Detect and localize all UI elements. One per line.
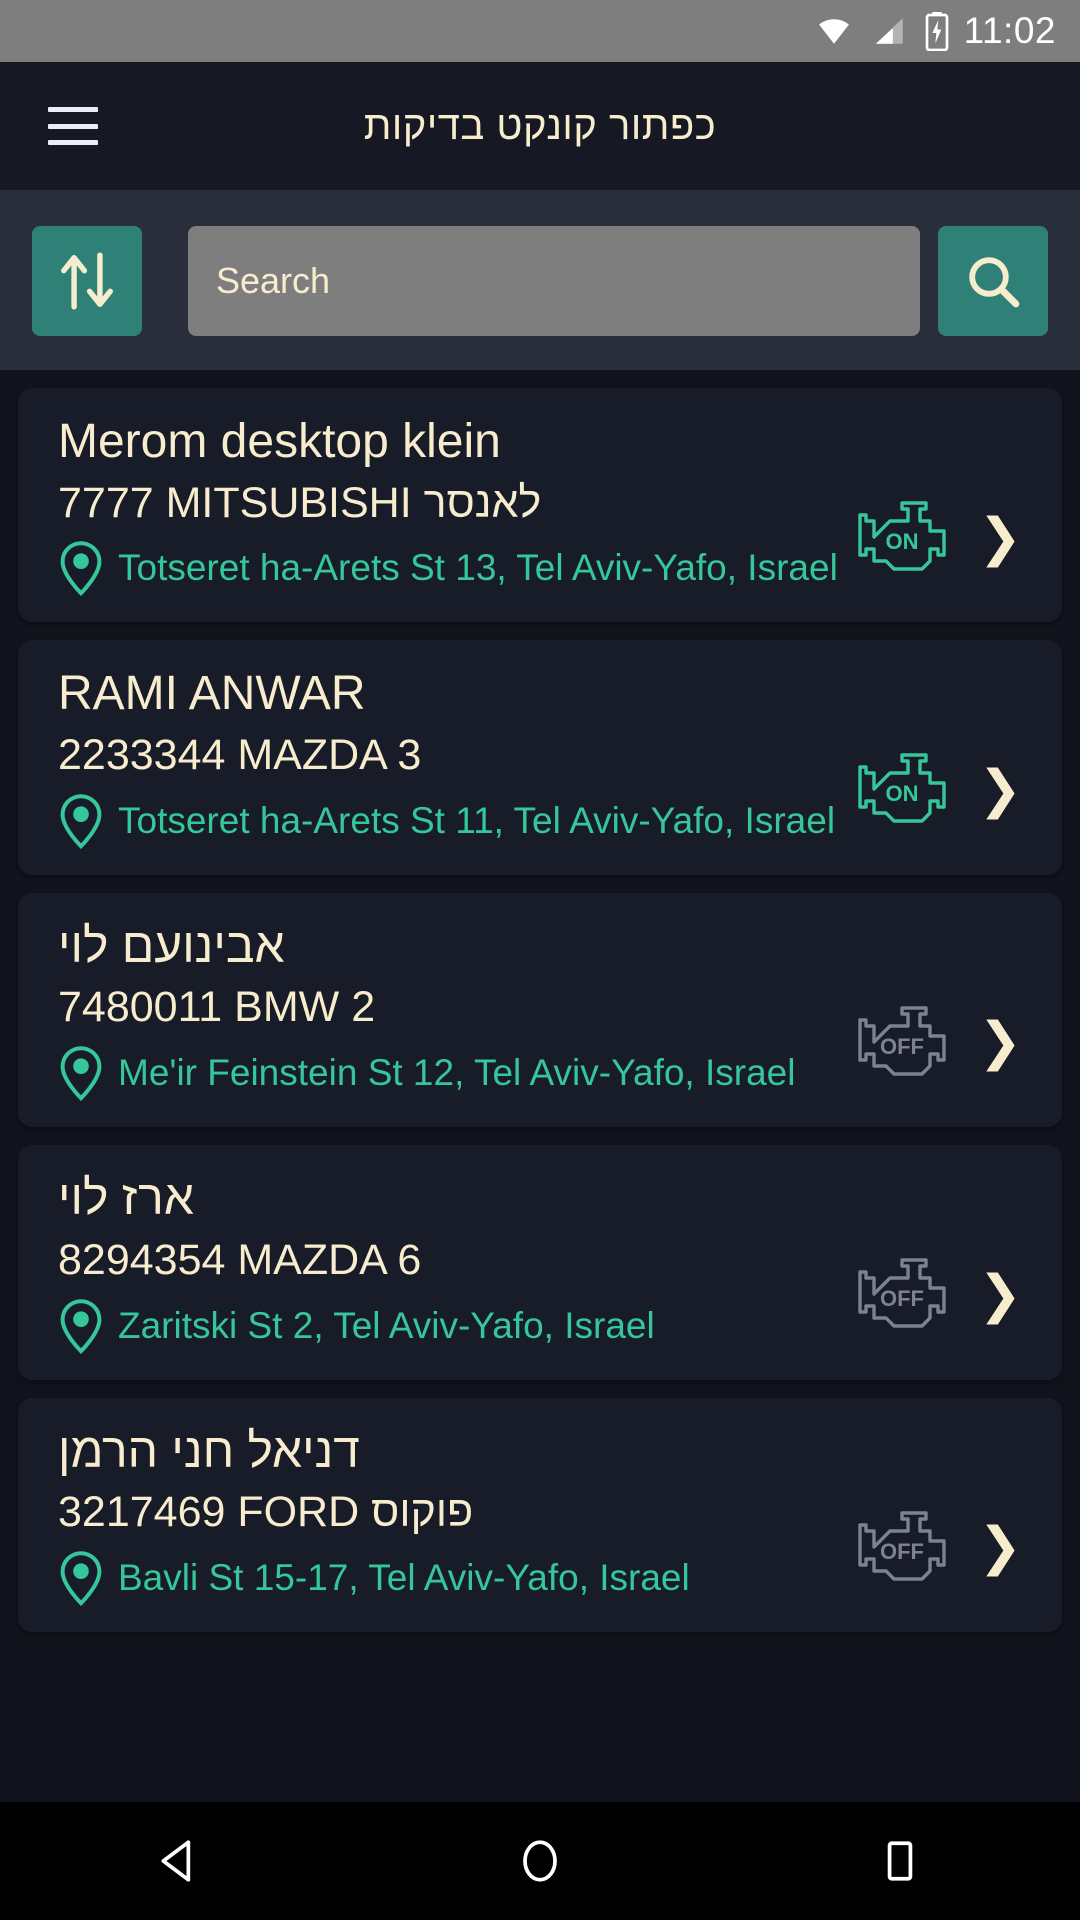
- svg-text:OFF: OFF: [880, 1539, 924, 1564]
- list-item-status-group: ON ❯: [854, 492, 1022, 583]
- home-circle-icon: [523, 1840, 557, 1882]
- battery-charging-icon: [925, 12, 948, 51]
- list-item-status-group: OFF ❯: [854, 1249, 1022, 1340]
- status-icon-group: [812, 11, 950, 51]
- magnifier-icon: [969, 257, 1020, 308]
- search-field-container: [174, 212, 1062, 350]
- list-item-name: ארז לוי: [58, 1172, 194, 1226]
- engine-off-icon: OFF: [858, 1006, 947, 1076]
- list-item-status-group: OFF ❯: [854, 997, 1022, 1088]
- list-item-address: Zaritski St 2, Tel Aviv-Yafo, Israel: [118, 1304, 655, 1346]
- engine-on-icon: ON: [858, 501, 947, 571]
- list-item-status-group: OFF ❯: [854, 1502, 1022, 1593]
- home-button[interactable]: [480, 1802, 600, 1920]
- list-item-status-group: ON ❯: [854, 744, 1022, 835]
- signal-icon: [875, 18, 903, 44]
- sort-arrows-icon: [61, 252, 113, 310]
- search-input[interactable]: [188, 226, 920, 336]
- engine-status-indicator: OFF: [854, 1249, 950, 1340]
- list-item-address: Totseret ha-Arets St 13, Tel Aviv-Yafo, …: [118, 547, 838, 589]
- engine-status-indicator: ON: [854, 744, 950, 835]
- hamburger-menu-icon[interactable]: [48, 107, 98, 145]
- location-pin-icon: [60, 1551, 102, 1606]
- svg-text:ON: ON: [886, 529, 919, 554]
- system-navigation-bar: [0, 1802, 1080, 1920]
- list-item[interactable]: Merom desktop klein 7777 MITSUBISHI לאנס…: [18, 388, 1062, 623]
- vehicle-list: Merom desktop klein 7777 MITSUBISHI לאנס…: [0, 370, 1080, 1632]
- list-item-name: RAMI ANWAR: [58, 667, 366, 721]
- chevron-right-icon[interactable]: ❯: [978, 1016, 1022, 1068]
- sort-button-container: [18, 212, 156, 350]
- page-title: כפתור קונקט בדיקות: [363, 103, 717, 148]
- app-bar: כפתור קונקט בדיקות: [0, 62, 1080, 190]
- list-item-name: Merom desktop klein: [58, 415, 501, 468]
- location-pin-icon: [60, 793, 102, 849]
- list-item-name: דניאל חני הרמן: [58, 1424, 360, 1478]
- location-pin-icon: [60, 1046, 102, 1102]
- recents-square-icon: [887, 1841, 913, 1881]
- list-item[interactable]: RAMI ANWAR 2233344 MAZDA 3 Totseret ha-A…: [18, 640, 1062, 875]
- list-item[interactable]: דניאל חני הרמן 3217469 FORD פוקוס Bavli …: [18, 1397, 1062, 1632]
- wifi-icon: [818, 19, 849, 44]
- back-button[interactable]: [120, 1802, 240, 1920]
- engine-status-indicator: OFF: [854, 997, 950, 1088]
- location-pin-icon: [60, 1298, 102, 1354]
- search-button[interactable]: [938, 226, 1048, 336]
- svg-text:OFF: OFF: [880, 1034, 924, 1059]
- engine-off-icon: OFF: [858, 1258, 947, 1328]
- engine-status-indicator: OFF: [854, 1502, 950, 1593]
- chevron-right-icon[interactable]: ❯: [978, 764, 1022, 816]
- sort-button[interactable]: [32, 226, 142, 336]
- chevron-right-icon[interactable]: ❯: [978, 1269, 1022, 1321]
- back-triangle-icon: [161, 1840, 191, 1882]
- svg-text:ON: ON: [886, 781, 919, 806]
- list-item-address: Totseret ha-Arets St 11, Tel Aviv-Yafo, …: [118, 799, 836, 841]
- list-item-address: Bavli St 15-17, Tel Aviv-Yafo, Israel: [118, 1556, 690, 1598]
- chevron-right-icon[interactable]: ❯: [978, 512, 1022, 564]
- engine-on-icon: ON: [858, 753, 947, 824]
- status-bar: 11:02: [0, 0, 1080, 62]
- location-pin-icon: [60, 541, 102, 597]
- list-item[interactable]: ארז לוי 8294354 MAZDA 6 Zaritski St 2, T…: [18, 1145, 1062, 1380]
- status-time: 11:02: [963, 10, 1056, 51]
- list-item-name: אבינועם לוי: [58, 919, 285, 973]
- recents-button[interactable]: [840, 1802, 960, 1920]
- search-bar: [0, 190, 1080, 370]
- engine-status-indicator: ON: [854, 492, 950, 583]
- svg-text:OFF: OFF: [880, 1286, 924, 1311]
- list-item[interactable]: אבינועם לוי 7480011 BMW 2 Me'ir Feinstei…: [18, 892, 1062, 1128]
- chevron-right-icon[interactable]: ❯: [978, 1521, 1022, 1573]
- list-item-address: Me'ir Feinstein St 12, Tel Aviv-Yafo, Is…: [118, 1052, 796, 1094]
- engine-off-icon: OFF: [858, 1510, 947, 1581]
